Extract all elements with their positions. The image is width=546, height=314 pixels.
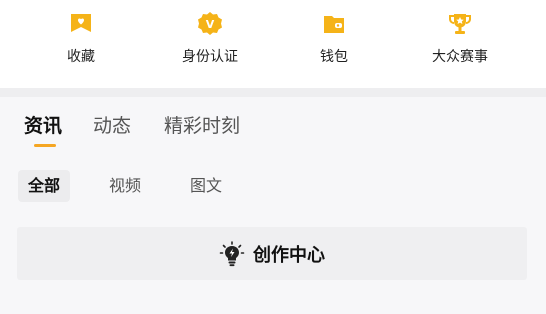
- tab-activity[interactable]: 动态: [93, 111, 131, 138]
- quick-actions-bar: 收藏 V 身份认证 钱包 大众赛事: [0, 0, 546, 88]
- content-tabs: 资讯 动态 精彩时刻: [0, 97, 546, 155]
- subtab-video[interactable]: 视频: [109, 170, 141, 202]
- quick-action-label: 收藏: [67, 49, 95, 65]
- quick-action-public-events[interactable]: 大众赛事: [400, 10, 520, 66]
- quick-action-label: 身份认证: [182, 49, 238, 65]
- active-tab-indicator: [34, 144, 56, 147]
- lightbulb-bolt-icon: [219, 240, 245, 266]
- favorite-heart-icon: [71, 14, 91, 32]
- subtab-image-text[interactable]: 图文: [190, 170, 222, 202]
- quick-action-favorites[interactable]: 收藏: [21, 10, 141, 66]
- subtab-all[interactable]: 全部: [18, 170, 71, 202]
- trophy-icon: [449, 14, 471, 34]
- creation-center-label: 创作中心: [253, 244, 325, 266]
- quick-action-label: 钱包: [320, 49, 348, 65]
- quick-action-identity-verification[interactable]: V 身份认证: [150, 10, 270, 66]
- tab-news[interactable]: 资讯: [24, 111, 62, 138]
- quick-action-wallet[interactable]: 钱包: [274, 10, 394, 66]
- section-divider: [0, 88, 546, 97]
- wallet-icon: [324, 16, 344, 33]
- tab-highlights[interactable]: 精彩时刻: [164, 111, 240, 138]
- verified-v-badge-icon: V: [198, 12, 222, 35]
- creation-center-button[interactable]: 创作中心: [17, 227, 527, 280]
- quick-action-label: 大众赛事: [432, 49, 488, 65]
- svg-text:V: V: [206, 18, 215, 31]
